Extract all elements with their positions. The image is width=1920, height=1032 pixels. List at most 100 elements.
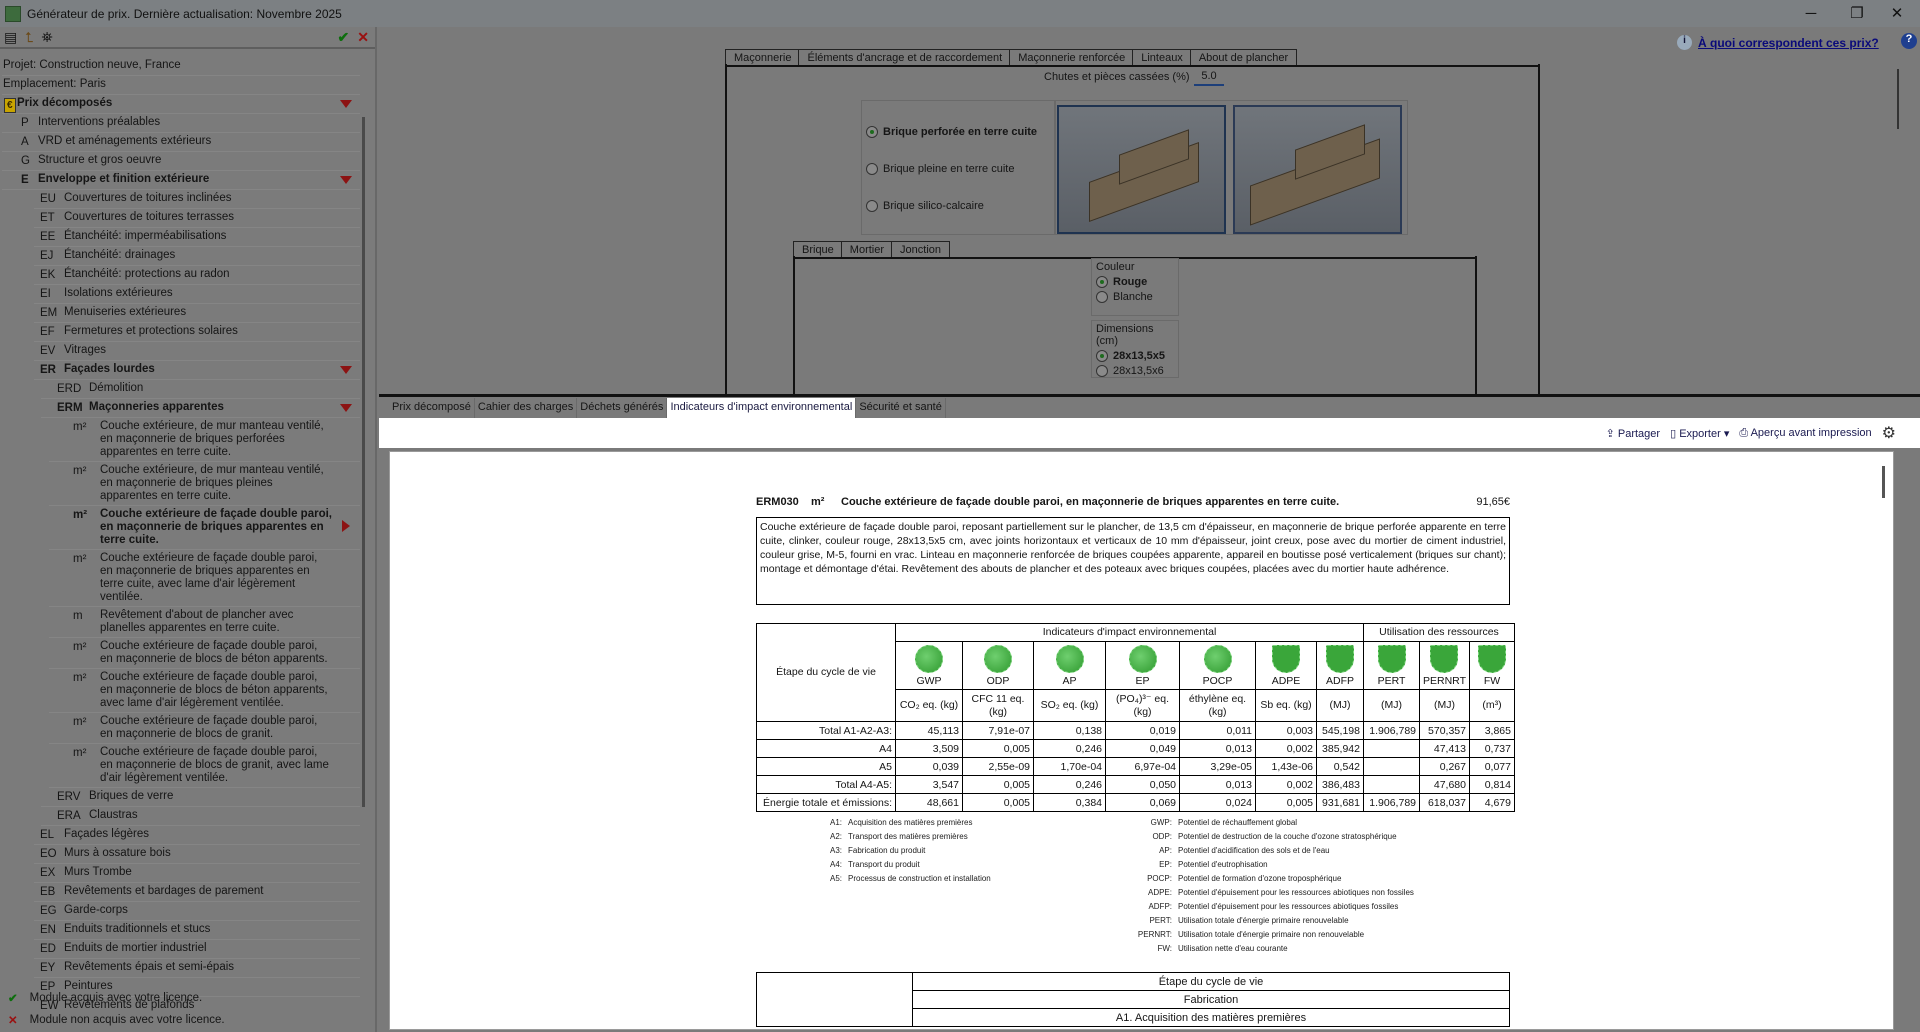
gwp-icon — [915, 645, 943, 673]
result-tab[interactable]: Cahier des charges — [474, 398, 578, 418]
config-tab[interactable]: Éléments d'ancrage et de raccordement — [798, 49, 1012, 65]
value-cell: 0,011 — [1179, 721, 1256, 740]
minimize-button[interactable]: ─ — [1788, 0, 1834, 27]
chevron-down-icon[interactable] — [340, 404, 352, 412]
cross-icon[interactable]: ✕ — [357, 29, 369, 46]
tree-item[interactable]: EK Étanchéité: protections au radon — [34, 266, 360, 285]
brick-subtab[interactable]: Mortier — [840, 241, 894, 257]
tree-item[interactable]: A VRD et aménagements extérieurs — [2, 133, 360, 152]
radio-button[interactable] — [1096, 365, 1108, 377]
tree-item[interactable]: m Revêtement d'about de plancher avec pla… — [49, 607, 360, 638]
radio-option[interactable]: Brique silico-calcaire — [866, 200, 1054, 212]
tree-scrollbar[interactable] — [362, 117, 365, 807]
chevron-down-icon[interactable] — [340, 100, 352, 108]
tree-item[interactable]: € Prix décomposés — [2, 95, 360, 114]
tree-item[interactable]: ERM Maçonneries apparentes — [41, 399, 360, 418]
brick-subtab[interactable]: Jonction — [891, 241, 951, 257]
share-button[interactable]: ⇪ Partager — [1606, 427, 1660, 440]
tree-item[interactable]: ED Enduits de mortier industriel — [34, 940, 360, 959]
check-icon[interactable]: ✔ — [338, 29, 350, 46]
waste-input[interactable]: 5.0 — [1194, 68, 1224, 86]
radio-button[interactable] — [1096, 291, 1108, 303]
radio-label: Brique pleine en terre cuite — [883, 163, 1015, 175]
tree-item[interactable]: m² Couche extérieure, de mur manteau vent… — [49, 418, 360, 462]
tree-item[interactable]: m² Couche extérieure de façade double par… — [49, 744, 360, 788]
tree-item[interactable]: EU Couvertures de toitures inclinées — [34, 190, 360, 209]
tree-item[interactable]: EX Murs Trombe — [34, 864, 360, 883]
price-help-link[interactable]: À quoi correspondent ces prix? — [1698, 36, 1879, 50]
tree-item[interactable]: Projet: Construction neuve, France — [2, 57, 360, 76]
legend-key: POCP: — [1147, 874, 1172, 883]
radio-button[interactable] — [866, 163, 878, 175]
radio-option[interactable]: Blanche — [1096, 291, 1174, 303]
radio-option[interactable]: Brique perforée en terre cuite — [866, 126, 1054, 138]
document-scrollbar[interactable] — [1882, 466, 1885, 498]
value-cell: 45,113 — [895, 721, 963, 740]
tree-item[interactable]: ERA Claustras — [41, 807, 360, 826]
config-tab[interactable]: Maçonnerie — [725, 49, 801, 65]
config-scrollbar[interactable] — [1897, 69, 1899, 129]
result-tab[interactable]: Prix décomposé — [389, 398, 475, 418]
close-button[interactable]: ✕ — [1874, 0, 1920, 27]
tree-item[interactable]: m² Couche extérieure, de mur manteau vent… — [49, 462, 360, 506]
radio-option[interactable]: Brique pleine en terre cuite — [866, 163, 1054, 175]
tree-item[interactable]: Emplacement: Paris — [2, 76, 360, 95]
tree-item[interactable]: E Enveloppe et finition extérieure — [2, 171, 360, 190]
list-view-icon[interactable]: ▤ — [4, 29, 17, 46]
tree-item[interactable]: m² Couche extérieure de façade double par… — [49, 713, 360, 744]
tree-item[interactable]: m² Couche extérieure de façade double par… — [49, 638, 360, 669]
radio-option[interactable]: 28x13,5x6 — [1096, 365, 1174, 377]
tree-item[interactable]: EG Garde-corps — [34, 902, 360, 921]
radio-button[interactable] — [866, 126, 878, 138]
tree-item[interactable]: EF Fermetures et protections solaires — [34, 323, 360, 342]
tree-item[interactable]: EJ Étanchéité: drainages — [34, 247, 360, 266]
config-tab[interactable]: Maçonnerie renforcée — [1009, 49, 1135, 65]
tree-item[interactable]: m² Couche extérieure de façade double par… — [49, 669, 360, 713]
up-level-icon[interactable]: ⮤ — [25, 29, 33, 46]
radio-button[interactable] — [1096, 350, 1108, 362]
chevron-down-icon[interactable] — [340, 176, 352, 184]
brick-image-1[interactable] — [1057, 105, 1226, 234]
radio-button[interactable] — [1096, 276, 1108, 288]
tree-item[interactable]: EN Enduits traditionnels et stucs — [34, 921, 360, 940]
tree-item-label: Couvertures de toitures inclinées — [64, 192, 232, 204]
tree-item[interactable]: EO Murs à ossature bois — [34, 845, 360, 864]
export-button[interactable]: ▯ Exporter ▾ — [1670, 427, 1729, 440]
radio-option[interactable]: Rouge — [1096, 276, 1174, 288]
tree-item[interactable]: m² Couche extérieure de façade double par… — [49, 550, 360, 607]
legend-key: AP: — [1159, 846, 1172, 855]
tree-item[interactable]: ERD Démolition — [41, 380, 360, 399]
tree-item[interactable]: ET Couvertures de toitures terrasses — [34, 209, 360, 228]
result-tab[interactable]: Sécurité et santé — [856, 398, 946, 418]
settings-gear-icon[interactable]: ⚙ — [1882, 423, 1896, 443]
chevron-right-icon[interactable] — [342, 520, 350, 532]
tree-item[interactable]: G Structure et gros oeuvre — [2, 152, 360, 171]
tree-item[interactable]: EV Vitrages — [34, 342, 360, 361]
result-tab[interactable]: Indicateurs d'impact environnemental — [667, 398, 857, 418]
indicator-cell: PERT — [1363, 641, 1420, 690]
radio-option[interactable]: 28x13,5x5 — [1096, 350, 1174, 362]
tree-item[interactable]: EY Revêtements épais et semi-épais — [34, 959, 360, 978]
tree-item[interactable]: EM Menuiseries extérieures — [34, 304, 360, 323]
binoculars-icon[interactable]: ⛯ — [42, 29, 53, 46]
tree-item[interactable]: ERV Briques de verre — [41, 788, 360, 807]
tree-item[interactable]: P Interventions préalables — [2, 114, 360, 133]
tree-item[interactable]: EB Revêtements et bardages de parement — [34, 883, 360, 902]
result-tab[interactable]: Déchets générés — [577, 398, 668, 418]
chevron-down-icon[interactable] — [340, 366, 352, 374]
tree-item[interactable]: EL Façades légères — [34, 826, 360, 845]
config-tab[interactable]: Linteaux — [1132, 49, 1192, 65]
tree-item-code: ERA — [57, 810, 81, 822]
tree-item[interactable]: m² Couche extérieure de façade double par… — [49, 506, 360, 550]
help-icon[interactable]: ? — [1901, 33, 1917, 49]
brick-image-2[interactable] — [1233, 105, 1402, 234]
tree-item[interactable]: EI Isolations extérieures — [34, 285, 360, 304]
tree-item[interactable]: EE Étanchéité: imperméabilisations — [34, 228, 360, 247]
legend-text: Transport des matières premières — [848, 832, 968, 841]
radio-button[interactable] — [866, 200, 878, 212]
brick-subtab[interactable]: Brique — [793, 241, 843, 257]
tree-item[interactable]: ER Façades lourdes — [34, 361, 360, 380]
value-cell: 385,942 — [1316, 739, 1364, 758]
print-preview-button[interactable]: ⎙ Aperçu avant impression — [1739, 427, 1871, 440]
config-tab[interactable]: About de plancher — [1189, 49, 1298, 65]
